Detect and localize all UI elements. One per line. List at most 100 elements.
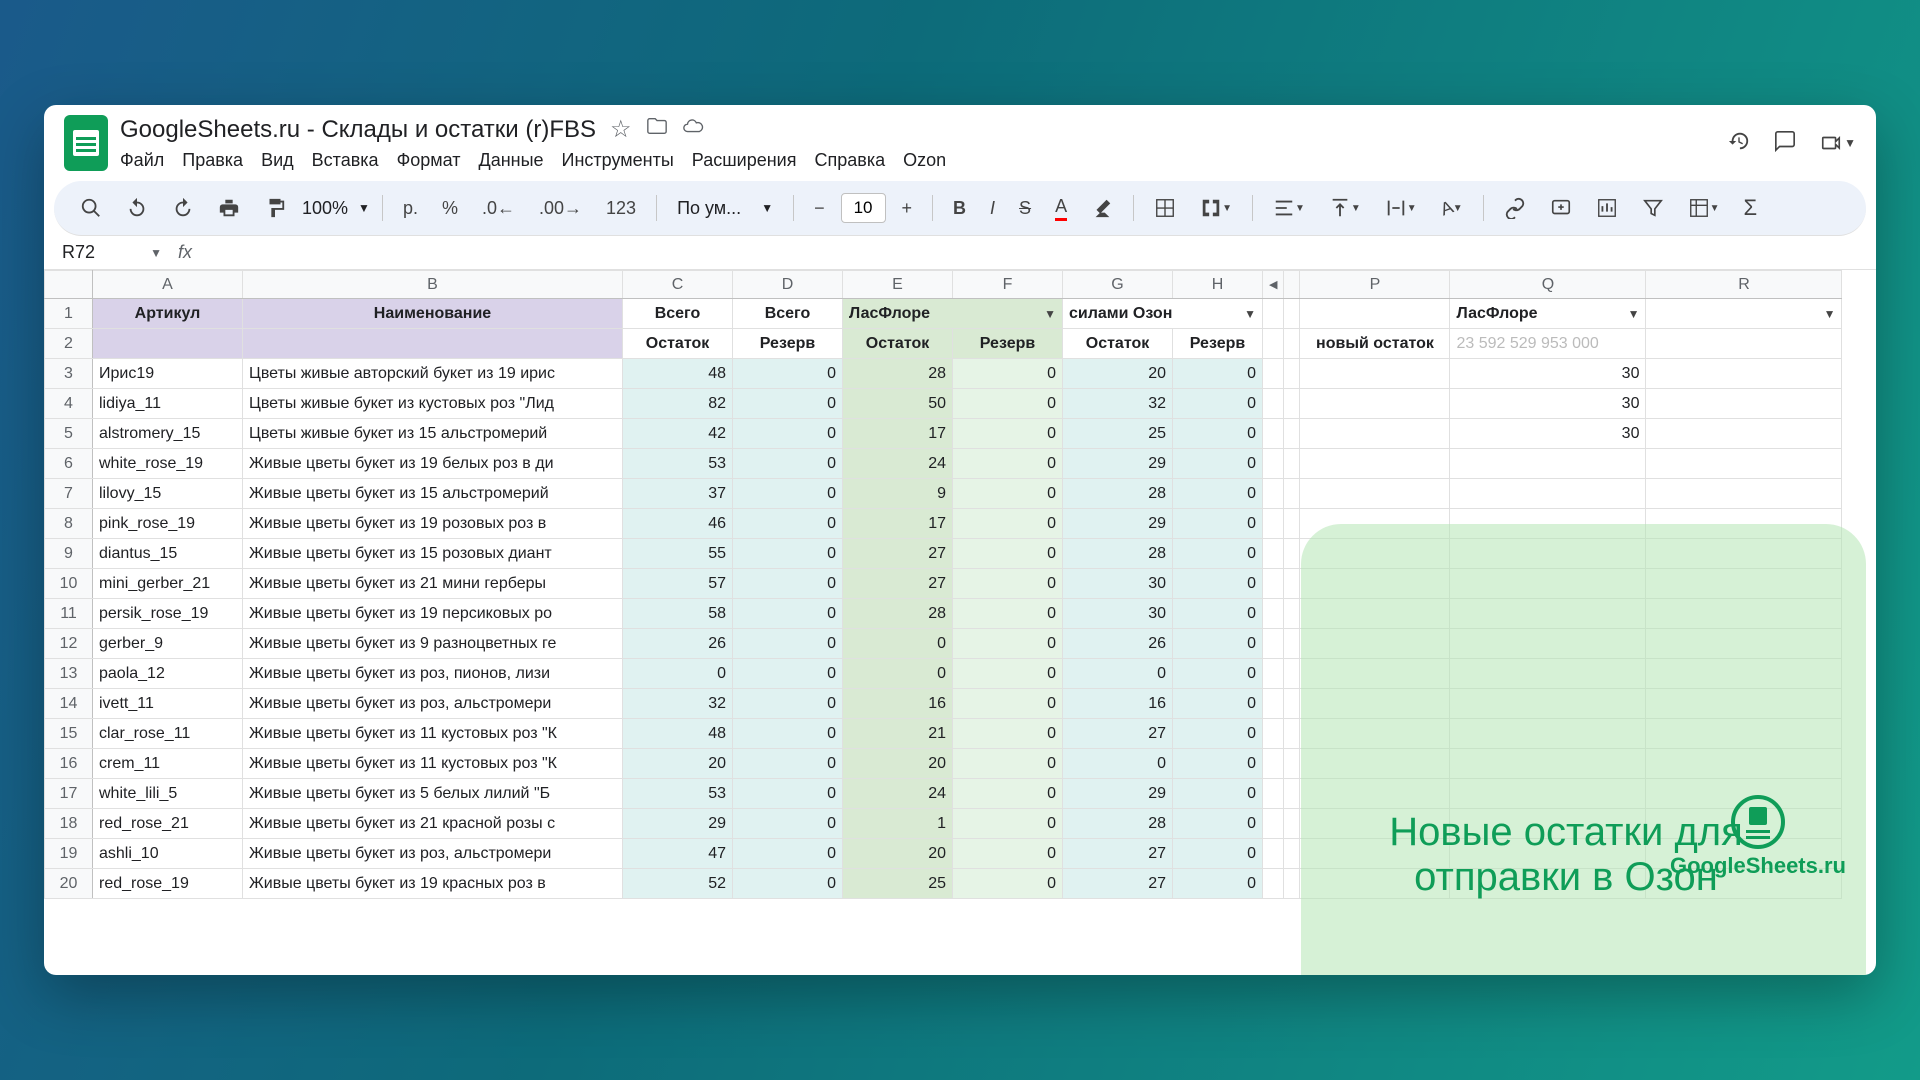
cell[interactable] [1450,479,1646,509]
cell[interactable]: Живые цветы букет из роз, альстромери [243,689,623,719]
cell[interactable]: white_rose_19 [93,449,243,479]
text-color-icon[interactable]: A [1047,190,1075,227]
cell[interactable]: 0 [1173,599,1263,629]
cell[interactable]: 32 [1063,389,1173,419]
cell[interactable] [1450,449,1646,479]
cell[interactable] [1646,539,1842,569]
cell[interactable]: 0 [733,629,843,659]
cell[interactable]: 26 [1063,629,1173,659]
row-header[interactable]: 17 [45,779,93,809]
text-wrap-icon[interactable]: ▼ [1377,191,1425,225]
cell[interactable]: 47 [623,839,733,869]
table-row[interactable]: 19 ashli_10 Живые цветы букет из роз, ал… [45,839,1842,869]
cell[interactable] [1284,599,1300,629]
borders-icon[interactable] [1146,191,1184,225]
cell[interactable]: 24 [843,779,953,809]
cell[interactable]: 0 [1063,659,1173,689]
cell[interactable]: Остаток [843,329,953,359]
cell[interactable]: 0 [953,359,1063,389]
cell[interactable] [1263,629,1284,659]
cell[interactable]: Остаток [623,329,733,359]
cell[interactable]: 46 [623,509,733,539]
cell[interactable]: Живые цветы букет из 15 альстромерий [243,479,623,509]
cell[interactable]: Остаток [1063,329,1173,359]
cell[interactable]: 58 [623,599,733,629]
cell[interactable] [1263,779,1284,809]
cell[interactable] [1263,479,1284,509]
menu-data[interactable]: Данные [479,150,544,171]
cell[interactable] [1300,539,1450,569]
cell[interactable] [1646,599,1842,629]
cell[interactable] [1263,869,1284,899]
select-all-cell[interactable] [45,271,93,299]
row-header[interactable]: 2 [45,329,93,359]
cell[interactable]: 42 [623,419,733,449]
cell[interactable]: 0 [953,749,1063,779]
cell[interactable]: 0 [733,569,843,599]
cell[interactable]: 30 [1063,599,1173,629]
cell[interactable] [1450,569,1646,599]
table-row[interactable]: 17 white_lili_5 Живые цветы букет из 5 б… [45,779,1842,809]
merge-cells-icon[interactable]: ▼ [1192,191,1240,225]
cell[interactable]: Живые цветы букет из 19 красных роз в [243,869,623,899]
cell[interactable]: 0 [1173,479,1263,509]
cell[interactable]: 37 [623,479,733,509]
cell[interactable] [1284,809,1300,839]
cell[interactable]: Живые цветы букет из 15 розовых диант [243,539,623,569]
cell[interactable]: Наименование [243,299,623,329]
cell[interactable] [1300,809,1450,839]
cell[interactable]: 0 [733,869,843,899]
cell[interactable]: persik_rose_19 [93,599,243,629]
cell[interactable]: ashli_10 [93,839,243,869]
cell[interactable]: Резерв [733,329,843,359]
cell[interactable] [1300,389,1450,419]
cell[interactable]: Живые цветы букет из 11 кустовых роз "К [243,749,623,779]
cell[interactable]: 0 [1173,869,1263,899]
horizontal-align-icon[interactable]: ▼ [1265,191,1313,225]
menu-tools[interactable]: Инструменты [562,150,674,171]
cell[interactable]: Живые цветы букет из 19 розовых роз в [243,509,623,539]
table-row[interactable]: 11 persik_rose_19 Живые цветы букет из 1… [45,599,1842,629]
table-row[interactable]: 3 Ирис19 Цветы живые авторский букет из … [45,359,1842,389]
col-header[interactable]: G [1063,271,1173,299]
cell[interactable]: 0 [1173,569,1263,599]
cell[interactable] [1450,509,1646,539]
cell[interactable]: 25 [1063,419,1173,449]
col-header[interactable]: A [93,271,243,299]
percent-button[interactable]: % [434,192,466,225]
cell[interactable]: 0 [733,659,843,689]
cell[interactable]: paola_12 [93,659,243,689]
cell[interactable] [1284,509,1300,539]
cell[interactable]: 30 [1450,359,1646,389]
table-icon[interactable]: ▼ [1680,191,1728,225]
insert-chart-icon[interactable] [1588,191,1626,225]
cell[interactable] [1263,599,1284,629]
cell[interactable]: 0 [1173,359,1263,389]
cell[interactable]: 0 [733,479,843,509]
paint-format-icon[interactable] [256,191,294,225]
cell[interactable] [1263,299,1284,329]
cell[interactable]: 27 [1063,719,1173,749]
cell[interactable]: 20 [843,749,953,779]
fill-color-icon[interactable] [1083,191,1121,225]
cell[interactable]: 0 [953,419,1063,449]
table-row[interactable]: 8 pink_rose_19 Живые цветы букет из 19 р… [45,509,1842,539]
cell[interactable] [1284,629,1300,659]
cell[interactable] [1263,839,1284,869]
row-header[interactable]: 15 [45,719,93,749]
cell[interactable]: Цветы живые букет из 15 альстромерий [243,419,623,449]
row-header[interactable]: 12 [45,629,93,659]
cell[interactable] [1646,359,1842,389]
table-row[interactable]: 15 clar_rose_11 Живые цветы букет из 11 … [45,719,1842,749]
row-header[interactable]: 14 [45,689,93,719]
spreadsheet-grid[interactable]: A B C D E F G H ◀ P Q R 1 Артикул Наимен… [44,270,1842,899]
table-row[interactable]: 16 crem_11 Живые цветы букет из 11 кусто… [45,749,1842,779]
cell[interactable]: Ирис19 [93,359,243,389]
cell[interactable]: crem_11 [93,749,243,779]
cell[interactable]: 30 [1063,569,1173,599]
cell[interactable] [1300,629,1450,659]
cell[interactable] [1263,389,1284,419]
cell[interactable]: 0 [1173,659,1263,689]
menu-help[interactable]: Справка [814,150,885,171]
row-header[interactable]: 19 [45,839,93,869]
